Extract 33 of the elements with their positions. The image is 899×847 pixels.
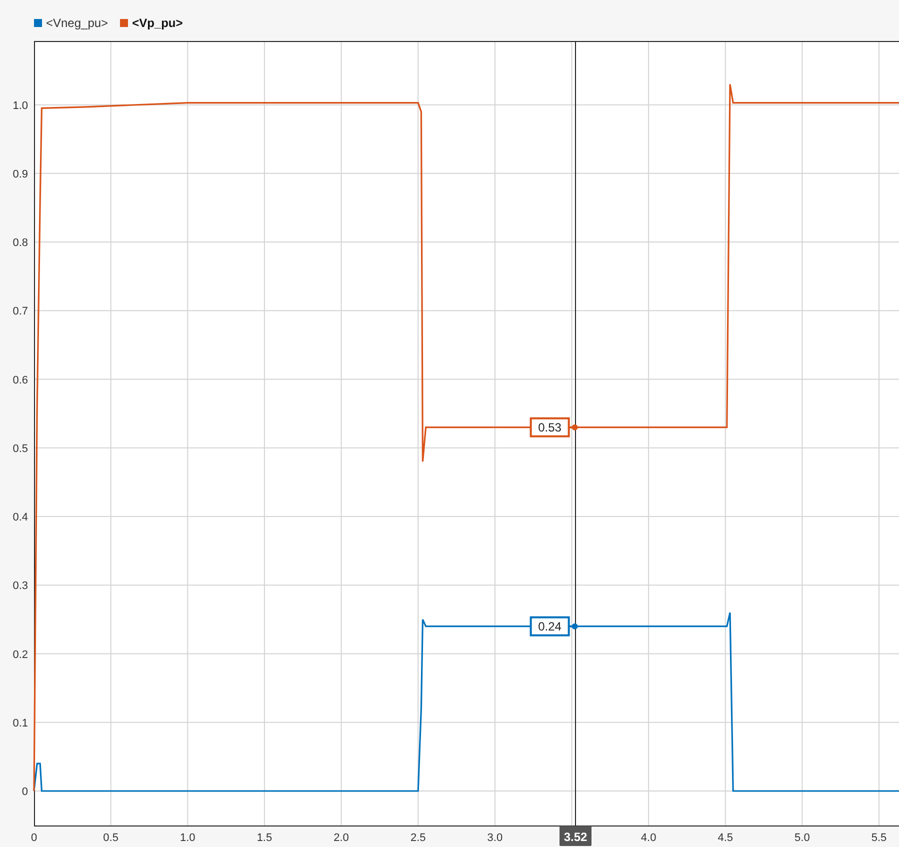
axis-tick-label: 0.4	[12, 512, 28, 524]
cursor-value-label[interactable]: 3.52	[560, 826, 592, 846]
axis-tick-label: 0	[22, 786, 28, 798]
axis-tick-label: 2.5	[410, 832, 426, 844]
annotation: 0.24	[538, 619, 562, 634]
axis-tick-label: 4.5	[718, 832, 734, 844]
legend-label[interactable]: <Vp_pu>	[132, 16, 183, 30]
axis-tick-label: 0.6	[12, 374, 28, 386]
axis-tick-label: 0.7	[12, 306, 28, 318]
axis-tick-label: 4.0	[640, 832, 656, 844]
data-tip-label: 0.53	[530, 417, 570, 438]
axis-tick-label: 2.0	[334, 832, 349, 844]
data-point-marker	[572, 623, 578, 630]
axis-tick-label: 0	[30, 832, 38, 844]
ref-line-label: 3.52	[564, 830, 588, 844]
data-point-marker	[572, 424, 578, 430]
axis-tick-label: 1.0	[12, 100, 28, 112]
data-tip-label: 0.24	[530, 616, 570, 636]
axis-tick-label: 3.0	[487, 832, 503, 844]
axis-tick-label: 0.2	[12, 648, 28, 661]
cursor-line[interactable]	[575, 41, 576, 826]
axis-tick-label: 5.0	[794, 832, 810, 844]
axis-tick-label: 0.5	[12, 442, 28, 455]
axis-tick-label: 0.8	[12, 237, 28, 250]
axis-tick-label: 1.0	[180, 832, 196, 844]
axis-tick-label: 0.1	[12, 717, 28, 730]
axis-tick-label: 0.9	[12, 168, 28, 180]
axis-tick-label: 0.3	[12, 580, 28, 592]
axis-tick-label: 0.5	[103, 832, 118, 844]
axis-tick-label: 5.5	[871, 832, 887, 844]
legend-label[interactable]: <Vneg_pu>	[46, 16, 108, 30]
axis-tick-label: 1.5	[256, 832, 272, 844]
annotation: 0.53	[538, 420, 562, 434]
